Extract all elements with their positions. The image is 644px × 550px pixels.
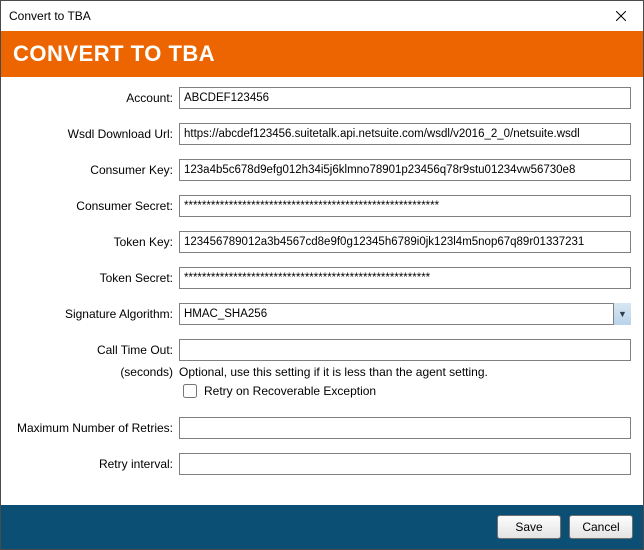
row-retry-interval: Retry interval:	[13, 453, 631, 475]
window-title: Convert to TBA	[9, 9, 91, 23]
sig-alg-selected: HMAC_SHA256	[184, 308, 267, 320]
row-consumer-key: Consumer Key:	[13, 159, 631, 181]
label-wsdl: Wsdl Download Url:	[13, 127, 179, 141]
label-call-timeout: Call Time Out:	[13, 343, 179, 357]
form-area: Account: Wsdl Download Url: Consumer Key…	[1, 77, 643, 505]
close-icon	[616, 11, 626, 21]
row-account: Account:	[13, 87, 631, 109]
dialog-heading: CONVERT TO TBA	[1, 31, 643, 77]
row-token-secret: Token Secret:	[13, 267, 631, 289]
sig-alg-select[interactable]: HMAC_SHA256 ▼	[179, 303, 631, 325]
row-consumer-secret: Consumer Secret:	[13, 195, 631, 217]
token-secret-input[interactable]	[179, 267, 631, 289]
consumer-key-input[interactable]	[179, 159, 631, 181]
save-button[interactable]: Save	[497, 515, 561, 539]
timeout-hint-text: Optional, use this setting if it is less…	[179, 365, 631, 379]
label-retry-interval: Retry interval:	[13, 457, 179, 471]
label-consumer-secret: Consumer Secret:	[13, 199, 179, 213]
label-max-retries: Maximum Number of Retries:	[13, 421, 179, 435]
row-call-timeout: Call Time Out:	[13, 339, 631, 361]
wsdl-url-input[interactable]	[179, 123, 631, 145]
retry-recoverable-checkbox[interactable]	[183, 384, 197, 398]
label-sig-alg: Signature Algorithm:	[13, 307, 179, 321]
row-wsdl: Wsdl Download Url:	[13, 123, 631, 145]
titlebar: Convert to TBA	[1, 1, 643, 31]
max-retries-input[interactable]	[179, 417, 631, 439]
label-account: Account:	[13, 91, 179, 105]
cancel-button[interactable]: Cancel	[569, 515, 633, 539]
row-token-key: Token Key:	[13, 231, 631, 253]
token-key-input[interactable]	[179, 231, 631, 253]
retry-interval-input[interactable]	[179, 453, 631, 475]
retry-recoverable-label: Retry on Recoverable Exception	[204, 384, 376, 398]
consumer-secret-input[interactable]	[179, 195, 631, 217]
row-sig-alg: Signature Algorithm: HMAC_SHA256 ▼	[13, 303, 631, 325]
label-consumer-key: Consumer Key:	[13, 163, 179, 177]
retry-checkbox-line: Retry on Recoverable Exception	[179, 381, 631, 401]
close-button[interactable]	[598, 1, 643, 31]
label-token-secret: Token Secret:	[13, 271, 179, 285]
row-max-retries: Maximum Number of Retries:	[13, 417, 631, 439]
dialog-footer: Save Cancel	[1, 505, 643, 549]
call-timeout-input[interactable]	[179, 339, 631, 361]
row-timeout-hint: (seconds) Optional, use this setting if …	[13, 365, 631, 401]
chevron-down-icon: ▼	[613, 303, 631, 325]
label-seconds: (seconds)	[13, 365, 179, 379]
account-input[interactable]	[179, 87, 631, 109]
label-token-key: Token Key:	[13, 235, 179, 249]
dialog-window: Convert to TBA CONVERT TO TBA Account: W…	[0, 0, 644, 550]
